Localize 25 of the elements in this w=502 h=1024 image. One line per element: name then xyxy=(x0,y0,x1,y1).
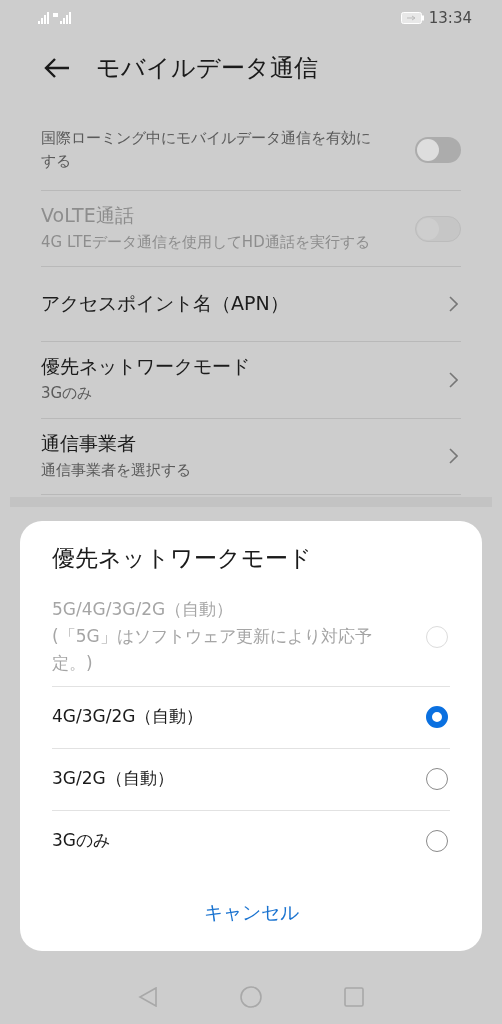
chevron-right-icon xyxy=(449,296,458,313)
option-label[interactable]: 3Gのみ xyxy=(52,827,110,855)
cancel-button[interactable]: キャンセル xyxy=(189,893,313,932)
option-label[interactable]: 3G/2G（自動） xyxy=(52,765,174,793)
recents-icon[interactable] xyxy=(344,987,364,1007)
back-icon[interactable] xyxy=(138,987,158,1007)
setting-title: アクセスポイント名（APN） xyxy=(41,291,289,317)
back-arrow-icon[interactable] xyxy=(44,57,70,79)
setting-title: 優先ネットワークモード xyxy=(41,354,250,380)
setting-subtitle: 通信事業者を選択する xyxy=(41,459,191,481)
setting-subtitle: 国際ローミング中にモバイルデータ通信を有効にする xyxy=(41,127,372,172)
status-time: 13:34 xyxy=(428,9,472,27)
battery-icon xyxy=(400,12,425,24)
page-title: モバイルデータ通信 xyxy=(96,53,318,84)
setting-title: 通信事業者 xyxy=(41,430,137,456)
dialog-title: 優先ネットワークモード xyxy=(52,544,313,573)
setting-subtitle: 3Gのみ xyxy=(41,383,94,405)
setting-title: VoLTE通話 xyxy=(41,203,135,228)
option-label[interactable]: 4G/3G/2G（自動） xyxy=(52,703,204,731)
chevron-right-icon xyxy=(449,371,458,388)
setting-subtitle: 4G LTEデータ通信を使用してHD通話を実行する xyxy=(41,232,370,253)
toggle-switch[interactable] xyxy=(415,137,461,163)
chevron-right-icon xyxy=(449,448,458,465)
home-icon[interactable] xyxy=(240,986,262,1008)
radio-button[interactable] xyxy=(426,706,448,729)
